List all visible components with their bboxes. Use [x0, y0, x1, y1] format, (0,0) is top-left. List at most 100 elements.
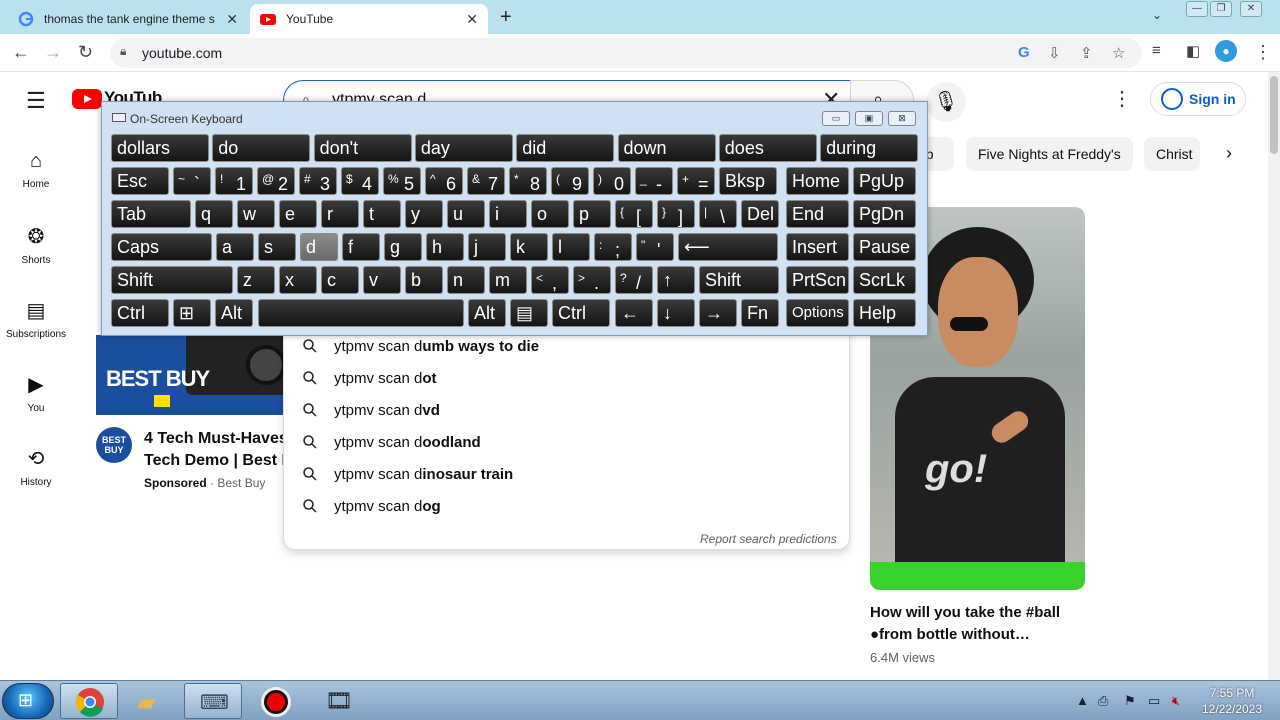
- key[interactable]: PgUp: [853, 167, 916, 195]
- chip-filter[interactable]: Five Nights at Freddy's: [966, 137, 1133, 171]
- voice-search-mic-icon[interactable]: 🎙︎: [926, 82, 966, 122]
- report-predictions-link[interactable]: Report search predictions: [700, 532, 837, 546]
- system-clock[interactable]: 7:55 PM 12/22/2023: [1196, 685, 1268, 717]
- sidebar-item-home[interactable]: ⌂ Home: [0, 150, 72, 190]
- prediction-key[interactable]: did: [516, 134, 615, 162]
- key[interactable]: x: [279, 266, 317, 294]
- key[interactable]: u: [447, 200, 485, 228]
- page-scrollbar[interactable]: [1268, 72, 1280, 680]
- key[interactable]: Pause: [853, 233, 916, 261]
- volume-muted-icon[interactable]: 🔇︎: [1172, 693, 1180, 709]
- chevron-down-icon[interactable]: ⌄: [1152, 8, 1162, 22]
- windows-key[interactable]: ⊞: [173, 299, 211, 327]
- key[interactable]: h: [426, 233, 464, 261]
- sidebar-item-subscriptions[interactable]: ▤ Subscriptions: [0, 298, 72, 340]
- key[interactable]: Fn: [741, 299, 779, 327]
- scrollbar-thumb[interactable]: [1270, 76, 1278, 154]
- key[interactable]: ←: [615, 299, 653, 327]
- key[interactable]: :;: [594, 233, 632, 261]
- tab-google-search[interactable]: thomas the tank engine theme s ✕: [8, 4, 248, 34]
- key[interactable]: p: [573, 200, 611, 228]
- profile-avatar-icon[interactable]: ●: [1215, 40, 1237, 62]
- network-icon[interactable]: ⎙: [1098, 693, 1108, 709]
- options-button[interactable]: Options: [786, 299, 849, 327]
- settings-more-icon[interactable]: ⋮: [1112, 86, 1132, 111]
- close-icon[interactable]: ✕: [466, 11, 478, 28]
- key[interactable]: }]: [657, 200, 695, 228]
- back-arrow-icon[interactable]: ←: [12, 42, 30, 63]
- key[interactable]: c: [321, 266, 359, 294]
- key[interactable]: i: [489, 200, 527, 228]
- key[interactable]: PrtScn: [786, 266, 849, 294]
- taskbar-recorder[interactable]: [246, 683, 304, 719]
- prediction-key[interactable]: do: [212, 134, 311, 162]
- key[interactable]: Del: [741, 200, 779, 228]
- advertiser-avatar[interactable]: BEST BUY: [96, 427, 132, 463]
- taskbar-movie-maker[interactable]: 🎞︎: [308, 683, 366, 719]
- key[interactable]: y: [405, 200, 443, 228]
- tab-youtube[interactable]: YouTube ✕: [250, 4, 488, 34]
- spacebar-key[interactable]: [258, 299, 464, 327]
- key[interactable]: Insert: [786, 233, 849, 261]
- taskbar-explorer[interactable]: ▰: [122, 683, 180, 719]
- tray-expand-icon[interactable]: ▲: [1076, 693, 1089, 708]
- prediction-key[interactable]: don't: [313, 134, 412, 162]
- key[interactable]: r: [321, 200, 359, 228]
- key[interactable]: e: [279, 200, 317, 228]
- osk-maximize-button[interactable]: ▣: [855, 111, 883, 126]
- address-bar[interactable]: 🔒︎ youtube.com G ⇩ ⇪ ☆: [110, 38, 1142, 68]
- key[interactable]: l: [552, 233, 590, 261]
- prediction-key[interactable]: day: [414, 134, 513, 162]
- key[interactable]: m: [489, 266, 527, 294]
- key[interactable]: ↑: [657, 266, 695, 294]
- key[interactable]: " ': [636, 233, 674, 261]
- key[interactable]: s: [258, 233, 296, 261]
- ad-thumbnail[interactable]: BEST BUY: [96, 335, 286, 415]
- key[interactable]: n: [447, 266, 485, 294]
- key[interactable]: ⟵: [678, 233, 778, 261]
- media-control-icon[interactable]: ≡: [1152, 42, 1161, 59]
- key[interactable]: Alt: [215, 299, 253, 327]
- key[interactable]: Ctrl: [111, 299, 169, 327]
- bookmark-star-icon[interactable]: ☆: [1112, 44, 1125, 62]
- hamburger-menu-icon[interactable]: ☰: [26, 88, 46, 114]
- key[interactable]: ↓: [657, 299, 695, 327]
- minimize-window-icon[interactable]: —: [1186, 1, 1208, 17]
- key[interactable]: @2: [257, 167, 295, 195]
- prediction-key[interactable]: down: [617, 134, 716, 162]
- key[interactable]: _ -: [635, 167, 673, 195]
- key[interactable]: →: [699, 299, 737, 327]
- key[interactable]: q: [195, 200, 233, 228]
- prediction-key[interactable]: dollars: [111, 134, 209, 162]
- key[interactable]: % 5: [383, 167, 421, 195]
- key[interactable]: v: [363, 266, 401, 294]
- key[interactable]: j: [468, 233, 506, 261]
- more-menu-icon[interactable]: ⋮: [1254, 42, 1272, 63]
- suggestion-item[interactable]: ytpmv scan d og: [302, 490, 842, 522]
- key[interactable]: ? /: [615, 266, 653, 294]
- ad-title[interactable]: 4 Tech Must-Haves Tech Demo | Best B: [144, 428, 284, 472]
- key[interactable]: Ctrl: [552, 299, 610, 327]
- key[interactable]: z: [237, 266, 275, 294]
- key[interactable]: | \: [699, 200, 737, 228]
- key[interactable]: ~ `: [173, 167, 211, 195]
- key[interactable]: >.: [573, 266, 611, 294]
- new-tab-icon[interactable]: +: [500, 6, 512, 29]
- taskbar-osk[interactable]: ⌨: [184, 683, 242, 719]
- advertiser-name[interactable]: Best Buy: [217, 476, 265, 490]
- suggestion-item[interactable]: ytpmv scan d oodland: [302, 426, 842, 458]
- key[interactable]: {[: [615, 200, 653, 228]
- install-app-icon[interactable]: ⇩: [1048, 44, 1061, 62]
- close-window-icon[interactable]: ✕: [1240, 1, 1262, 17]
- key[interactable]: f: [342, 233, 380, 261]
- key[interactable]: a: [216, 233, 254, 261]
- display-icon[interactable]: ▭: [1148, 693, 1160, 709]
- key[interactable]: Esc: [111, 167, 169, 195]
- key[interactable]: w: [237, 200, 275, 228]
- side-panel-icon[interactable]: ◧: [1186, 42, 1200, 60]
- key[interactable]: b: [405, 266, 443, 294]
- osk-close-button[interactable]: ⊠: [888, 111, 916, 126]
- key[interactable]: + =: [677, 167, 715, 195]
- sign-in-button[interactable]: Sign in: [1150, 82, 1246, 116]
- key[interactable]: (9: [551, 167, 589, 195]
